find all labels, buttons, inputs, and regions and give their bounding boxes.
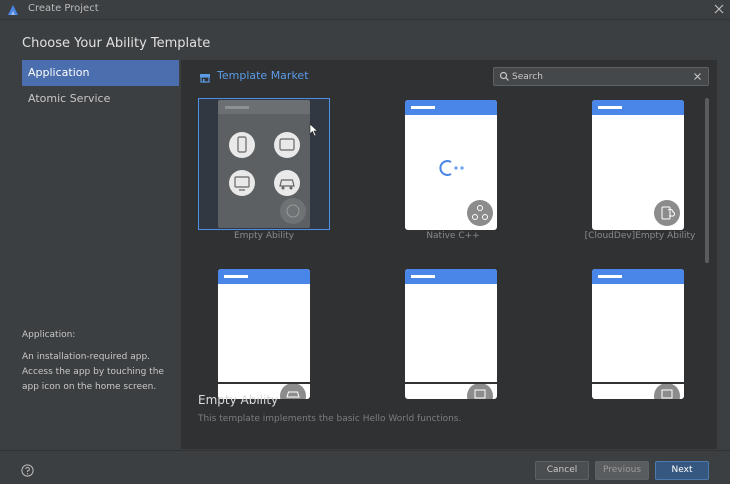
- card-header: [218, 100, 310, 114]
- store-icon: [200, 74, 210, 83]
- deveco-logo-icon: [8, 5, 18, 15]
- cpp-icon: [467, 200, 493, 226]
- search-input[interactable]: [512, 70, 682, 84]
- help-icon[interactable]: [21, 464, 34, 477]
- tv-icon: [229, 170, 255, 196]
- tablet-icon: [274, 132, 300, 158]
- card-header: [592, 100, 684, 115]
- template-tile[interactable]: [575, 269, 705, 414]
- devices-badge-icon: [280, 198, 306, 224]
- template-badge-icon: [467, 383, 493, 399]
- car-badge-icon: [280, 383, 306, 399]
- card-header: [592, 269, 684, 284]
- car-icon: [274, 170, 300, 196]
- search-icon: [499, 71, 509, 81]
- template-card: [405, 100, 497, 230]
- page-title: Choose Your Ability Template: [22, 36, 211, 51]
- grid-clip: [181, 382, 717, 384]
- card-header: [405, 269, 497, 284]
- previous-button[interactable]: Previous: [595, 461, 649, 480]
- template-tile-native-cpp[interactable]: Native C++: [388, 100, 518, 245]
- sidebar: Application Atomic Service: [22, 60, 179, 112]
- template-label-empty-ability: Empty Ability: [233, 231, 295, 241]
- category-description-body: An installation-required app. Access the…: [22, 352, 164, 392]
- template-card: [405, 269, 497, 399]
- cancel-button[interactable]: Cancel: [535, 461, 589, 480]
- title-bar: Create Project: [0, 0, 730, 20]
- template-card: [592, 100, 684, 230]
- template-tile-clouddev-empty-ability[interactable]: [CloudDev]Empty Ability: [575, 100, 705, 245]
- template-label-native-cpp: Native C++: [426, 231, 480, 241]
- selected-template-description: This template implements the basic Hello…: [198, 414, 462, 424]
- template-scrollbar[interactable]: [705, 98, 709, 263]
- template-market-link[interactable]: Template Market: [217, 69, 309, 82]
- clear-search-icon[interactable]: [692, 71, 703, 82]
- cpp-logo-icon: [439, 160, 464, 176]
- template-card: [592, 269, 684, 399]
- window-title: Create Project: [28, 3, 99, 14]
- search-box[interactable]: [493, 67, 709, 86]
- close-icon[interactable]: [712, 2, 726, 16]
- cloud-dev-icon: [654, 200, 680, 226]
- template-label-clouddev-empty-ability: [CloudDev]Empty Ability: [584, 231, 696, 241]
- template-card: [218, 269, 310, 399]
- dialog-footer: Cancel Previous Next: [0, 450, 730, 484]
- sidebar-item-application[interactable]: Application: [22, 60, 179, 86]
- category-description-title: Application:: [22, 330, 76, 340]
- selected-template-title: Empty Ability: [198, 393, 279, 407]
- template-panel: Template Market Empty Ability: [181, 60, 717, 449]
- card-header: [405, 100, 497, 115]
- empty-ability-preview: [218, 100, 310, 228]
- template-badge-icon: [654, 383, 680, 399]
- card-header: [218, 269, 310, 284]
- sidebar-item-atomic-service[interactable]: Atomic Service: [22, 86, 179, 112]
- mouse-cursor-icon: [309, 123, 319, 137]
- next-button[interactable]: Next: [655, 461, 709, 480]
- template-tile[interactable]: [388, 269, 518, 414]
- phone-icon: [229, 132, 255, 158]
